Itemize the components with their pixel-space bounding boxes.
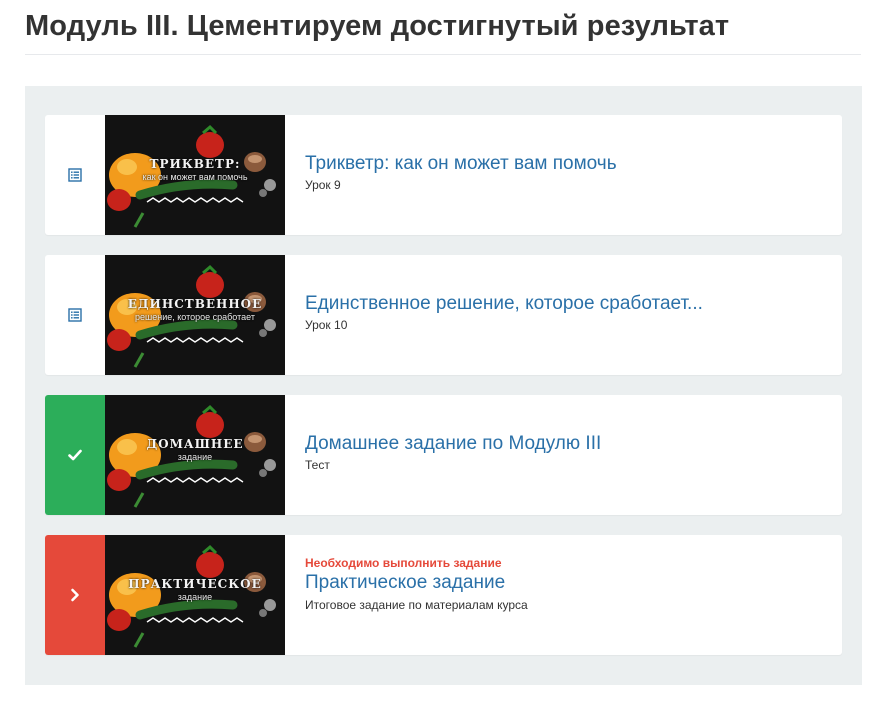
module-title: Модуль III. Цементируем достигнутый резу… bbox=[25, 10, 730, 42]
lesson-thumbnail[interactable]: Домашнее задание bbox=[105, 395, 285, 515]
lesson-title-link[interactable]: Домашнее задание по Модулю III bbox=[305, 432, 822, 456]
lesson-thumbnail[interactable]: Единственное решение, которое сработает bbox=[105, 255, 285, 375]
lesson-title-link[interactable]: Трикветр: как он может вам помочь bbox=[305, 152, 822, 176]
lesson-info: Трикветр: как он может вам помочь Урок 9 bbox=[305, 152, 822, 194]
thumbnail-title: Единственное bbox=[127, 297, 263, 311]
lesson-card-homework[interactable]: Домашнее задание Домашнее задание по Мод… bbox=[45, 395, 842, 515]
thumbnail-subtitle: задание bbox=[177, 592, 213, 602]
document-list-icon bbox=[68, 308, 82, 322]
lesson-status bbox=[45, 255, 105, 375]
lesson-card-practical[interactable]: Практическое задание Необходимо выполнит… bbox=[45, 535, 842, 655]
lesson-thumbnail[interactable]: Практическое задание bbox=[105, 535, 285, 655]
lesson-info: Необходимо выполнить задание Практическо… bbox=[305, 555, 822, 615]
module-header: Модуль III. Цементируем достигнутый резу… bbox=[25, 0, 861, 55]
lesson-description: Итоговое задание по материалам курса bbox=[305, 598, 528, 612]
thumbnail-subtitle: как он может вам помочь bbox=[142, 172, 248, 182]
thumbnail-subtitle: решение, которое сработает bbox=[135, 312, 255, 322]
lesson-number: Урок 10 bbox=[305, 318, 348, 332]
lessons-list: Трикветр: как он может вам помочь Трикве… bbox=[25, 86, 862, 685]
lesson-type: Тест bbox=[305, 458, 330, 472]
lesson-info: Домашнее задание по Модулю III Тест bbox=[305, 432, 822, 474]
thumbnail-title: Трикветр: bbox=[149, 157, 241, 171]
lesson-status-done bbox=[45, 395, 105, 515]
thumbnail-title: Практическое bbox=[128, 577, 262, 591]
lesson-card-9[interactable]: Трикветр: как он может вам помочь Трикве… bbox=[45, 115, 842, 235]
lesson-status-required bbox=[45, 535, 105, 655]
lesson-info: Единственное решение, которое сработает.… bbox=[305, 292, 822, 334]
checkmark-icon bbox=[68, 449, 82, 461]
lesson-number: Урок 9 bbox=[305, 178, 341, 192]
lesson-title-link[interactable]: Единственное решение, которое сработает.… bbox=[305, 292, 822, 316]
lesson-status bbox=[45, 115, 105, 235]
lesson-title-link[interactable]: Практическое задание bbox=[305, 571, 822, 595]
lesson-thumbnail[interactable]: Трикветр: как он может вам помочь bbox=[105, 115, 285, 235]
thumbnail-title: Домашнее bbox=[146, 437, 244, 451]
lesson-card-10[interactable]: Единственное решение, которое сработает … bbox=[45, 255, 842, 375]
chevron-right-icon bbox=[71, 588, 79, 602]
document-list-icon bbox=[68, 168, 82, 182]
required-task-warning: Необходимо выполнить задание bbox=[305, 556, 502, 570]
thumbnail-subtitle: задание bbox=[177, 452, 213, 462]
